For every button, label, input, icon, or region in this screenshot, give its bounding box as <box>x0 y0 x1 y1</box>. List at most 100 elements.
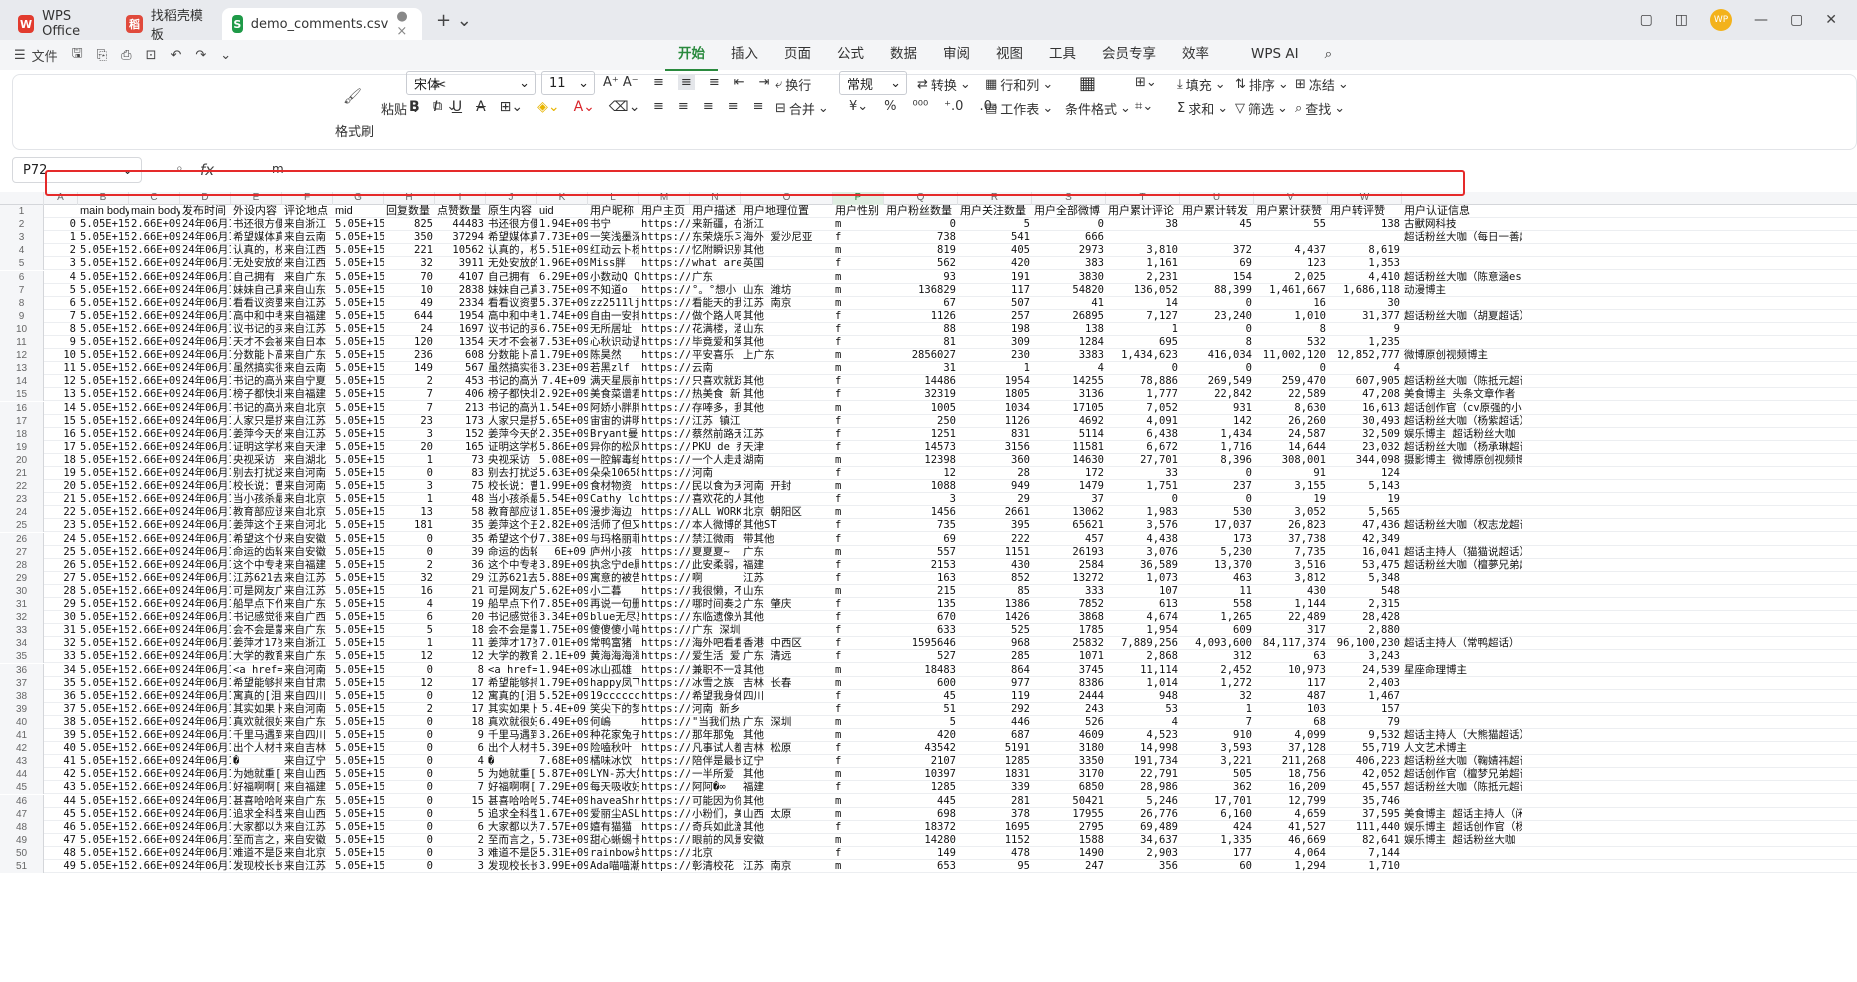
cell[interactable]: 24年06月1 <box>180 349 231 361</box>
cell[interactable]: f <box>833 310 884 322</box>
cell[interactable]: 1.79E+09 <box>537 349 588 361</box>
cell[interactable] <box>741 624 833 636</box>
cell[interactable]: 1,751 <box>1106 480 1180 492</box>
cell[interactable]: 0 <box>384 821 435 833</box>
cell[interactable]: 5.05E+15 <box>78 703 129 715</box>
cell[interactable]: 5.05E+15 <box>78 284 129 296</box>
cell[interactable]: 2.1E+09 <box>537 650 588 662</box>
cell[interactable]: 211,268 <box>1254 755 1328 767</box>
cell[interactable]: 172 <box>1032 467 1106 479</box>
cell[interactable]: 3 <box>435 847 486 859</box>
cell[interactable]: 1251 <box>884 428 958 440</box>
cell[interactable]: 8 <box>435 664 486 676</box>
cell[interactable]: 微博原创视频博主 <box>1402 349 1522 361</box>
cell[interactable]: 来自山东 <box>282 284 333 296</box>
cell[interactable]: 娱乐博主 超话粉丝大咖（于心凌超话） <box>1402 834 1522 846</box>
cell[interactable]: 12 <box>384 677 435 689</box>
cell[interactable]: 5.05E+15 <box>78 362 129 374</box>
cell[interactable]: 12 <box>384 650 435 662</box>
cell[interactable]: 269,549 <box>1180 375 1254 387</box>
cell[interactable]: 0 <box>384 834 435 846</box>
cell[interactable]: 本人微博的 <box>690 519 741 531</box>
cell[interactable]: <a href=" <box>486 664 537 676</box>
cell[interactable]: 小二暮 <box>588 585 639 597</box>
row-header[interactable]: 16 <box>0 401 44 415</box>
currency-icon[interactable]: ¥⌄ <box>849 99 868 114</box>
cell[interactable]: 5.05E+15 <box>333 402 384 414</box>
cell[interactable]: 17105 <box>1032 402 1106 414</box>
cell[interactable] <box>1402 244 1522 256</box>
row-header[interactable]: 41 <box>0 729 44 742</box>
cell[interactable]: https://weibo.com/u/ <box>639 362 690 374</box>
cell[interactable]: 191,734 <box>1106 755 1180 767</box>
cell[interactable]: 28 <box>958 467 1032 479</box>
cell[interactable]: 5.05E+15 <box>78 402 129 414</box>
cell[interactable]: 小粉们，美 <box>690 808 741 820</box>
align-left-icon[interactable]: ≡ <box>653 99 664 114</box>
row-header[interactable]: 34 <box>0 637 44 651</box>
cell[interactable]: 24年06月1 <box>180 847 231 859</box>
cell[interactable]: 2 <box>384 375 435 387</box>
cell[interactable]: 5.05E+15 <box>78 533 129 545</box>
cell[interactable]: 3136 <box>1032 388 1106 400</box>
cell[interactable]: m <box>833 244 884 256</box>
cell[interactable]: 寓真的[泪] <box>231 690 282 702</box>
cell[interactable]: 2.66E+09 <box>129 546 180 558</box>
sort-button[interactable]: ⇅ 排序 ⌄ <box>1235 75 1289 94</box>
cell[interactable]: 希望媒体真 <box>231 231 282 243</box>
cell[interactable]: 7.01E+09 <box>537 637 588 649</box>
cell[interactable]: 傻傻傻小喵 <box>588 624 639 636</box>
decimal-icon[interactable]: ⁺.0 <box>944 99 963 114</box>
cell[interactable]: 111,440 <box>1328 821 1402 833</box>
cell[interactable]: 10 <box>44 349 78 361</box>
cell[interactable]: 5.05E+15 <box>78 506 129 518</box>
cell[interactable]: 每天吸收好 <box>588 781 639 793</box>
cell[interactable]: 看看议资要 <box>231 297 282 309</box>
cell[interactable]: 6850 <box>1032 781 1106 793</box>
cell[interactable]: 自己拥有 <box>231 271 282 283</box>
sheet-button[interactable]: ▤ 工作表 ⌄ <box>985 99 1053 118</box>
cell[interactable]: 7.38E+09 <box>537 533 588 545</box>
cell[interactable]: 来自浙江 <box>282 218 333 230</box>
cell[interactable]: Cathy love <box>588 493 639 505</box>
merge-button[interactable]: ⊟ 合并 ⌄ <box>775 99 829 118</box>
cell[interactable]: 3,810 <box>1106 244 1180 256</box>
row-header[interactable]: 9 <box>0 309 44 323</box>
cell[interactable]: f <box>833 257 884 269</box>
tab-wps-office[interactable]: W WPS Office <box>8 8 116 40</box>
cell[interactable]: https://we <box>639 559 690 571</box>
row-header[interactable]: 17 <box>0 414 44 428</box>
row-header[interactable]: 12 <box>0 349 44 363</box>
cell[interactable]: 17955 <box>1032 808 1106 820</box>
cell[interactable]: 487 <box>1254 690 1328 702</box>
cell[interactable]: 带其他 <box>741 533 833 545</box>
header-cell[interactable]: 用户认证信息 <box>1402 205 1522 217</box>
cell[interactable]: 32,509 <box>1328 428 1402 440</box>
cell[interactable]: 平安喜乐 <box>690 349 741 361</box>
cell[interactable]: 大家都以为 <box>486 821 537 833</box>
cell[interactable]: 1.67E+09 <box>537 808 588 820</box>
cell[interactable]: 超话粉丝大咖（杨承琳超话） <box>1402 441 1522 453</box>
cell[interactable]: 满天星辰前 <box>588 375 639 387</box>
spreadsheet-grid[interactable]: ABCDEFGHIJKLMNOPQRSTUVW 1 main body main b… <box>0 192 1857 982</box>
cell[interactable]: 24年06月1 <box>180 703 231 715</box>
cell[interactable] <box>1402 493 1522 505</box>
cell[interactable]: 360 <box>958 454 1032 466</box>
cell[interactable]: 29 <box>435 572 486 584</box>
fill-color-icon[interactable]: ◈⌄ <box>537 99 560 115</box>
cell[interactable]: °。°想小 <box>690 284 741 296</box>
cell[interactable] <box>1402 650 1522 662</box>
cell[interactable]: 24年06月1 <box>180 650 231 662</box>
cell[interactable]: 7,735 <box>1254 546 1328 558</box>
cell[interactable]: 5 <box>44 284 78 296</box>
cell[interactable]: m <box>833 546 884 558</box>
cell[interactable]: 别去打扰这 <box>486 467 537 479</box>
cell[interactable]: 5,246 <box>1106 795 1180 807</box>
cell[interactable]: 书记的高光 <box>486 402 537 414</box>
cell[interactable]: 309 <box>958 336 1032 348</box>
cell[interactable]: 来自福建 <box>282 559 333 571</box>
cell[interactable]: 寓真的[泪] <box>486 690 537 702</box>
cell[interactable]: 5.05E+15 <box>333 336 384 348</box>
cell[interactable]: f <box>833 519 884 531</box>
cell[interactable]: 30,493 <box>1328 415 1402 427</box>
